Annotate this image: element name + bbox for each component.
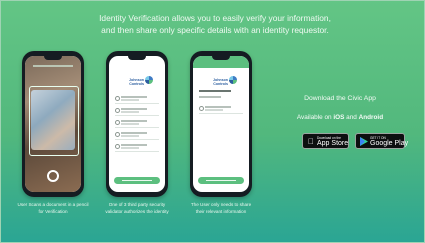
headline: Identity Verification allows you to easi… [60,12,370,36]
continue-button[interactable] [114,177,160,184]
list-item[interactable] [115,106,159,116]
ios-label: iOS [333,114,345,121]
list-row-icon [115,108,120,113]
availability-text: Available on iOS and Android [296,114,384,121]
camera-topbar [33,65,73,67]
company-logo-icon [229,76,237,84]
google-play-badge[interactable]: GET IT ON Google Play [355,133,408,149]
phone-notch [44,56,62,60]
phone-records: Johnson Controls [106,51,168,197]
phone-notch [128,56,146,60]
list-row-icon [199,106,204,111]
brand-logo-text: Johnson Controls [129,78,144,86]
phone-notch [212,56,230,60]
list-item[interactable] [115,118,159,128]
phone-records-screen: Johnson Controls [109,56,165,192]
phone-approve: Johnson Controls [190,51,252,197]
caption-validator: One of 3 third party security validator … [105,202,169,214]
headline-line-1: Identity Verification allows you to easi… [99,13,331,23]
apple-icon:  [307,137,315,146]
google-play-icon [360,137,368,146]
app-store-badge[interactable]:  Download on the App Store [302,133,349,149]
list-row-icon [115,96,120,101]
caption-share: The User only needs to share their relev… [190,202,252,214]
headline-line-2: and then share only specific details wit… [101,25,329,35]
list-item[interactable] [115,94,159,104]
list-item[interactable] [115,142,159,152]
scan-frame [29,86,79,156]
list-row-icon [115,120,120,125]
shutter-button[interactable] [47,170,59,182]
list-row-icon [115,132,120,137]
download-title: Download the Civic App [304,95,376,102]
approve-button[interactable] [198,177,244,184]
camera-view [25,56,81,192]
list-item[interactable] [199,104,243,114]
list-row-icon [115,144,120,149]
list-item[interactable] [115,130,159,140]
brand-logo-text: Johnson Controls [213,78,228,86]
phone-approve-screen: Johnson Controls [193,56,249,192]
phone-scan-screen [25,56,81,192]
phone-scan [22,51,84,197]
screen-subtitle [199,96,221,98]
android-label: Android [358,114,384,121]
company-logo-icon [145,76,153,84]
caption-scan: User Scans a document in a pencil for Ve… [17,202,89,214]
screen-title [199,90,231,92]
